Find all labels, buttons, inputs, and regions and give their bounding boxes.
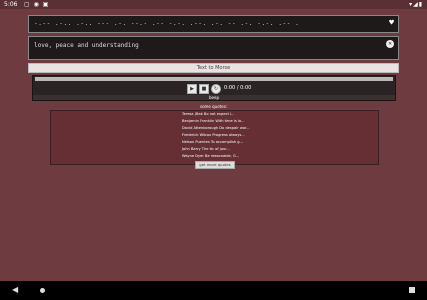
- quote-item[interactable]: Benjamin Franklin With time is lo...: [182, 119, 254, 123]
- quotes-header: some quotes:: [200, 104, 228, 109]
- text-input-value: love, peace and understanding: [34, 42, 139, 49]
- recents-icon[interactable]: [409, 287, 415, 293]
- morse-output-field[interactable]: -.-- .-.. .-.. --- .-. --.- .-- -.-. .--…: [28, 15, 399, 33]
- quote-item[interactable]: David Attenborough Do despair wor...: [182, 126, 254, 130]
- close-icon[interactable]: ✕: [386, 40, 394, 48]
- back-icon[interactable]: ◀: [12, 286, 18, 294]
- system-status-icons: ▾◢▮: [409, 1, 423, 8]
- quote-item[interactable]: Frederick Wilcox Progress always...: [182, 133, 254, 137]
- status-time: 5:06: [4, 1, 18, 8]
- notification-icons: ▢ ◉ ▣: [24, 1, 50, 8]
- text-to-morse-button[interactable]: Text to Morse: [28, 63, 399, 73]
- navigation-bar: ◀: [0, 281, 427, 300]
- morse-player: ▶ ■ ↻ 0:00 / 0:00 beep: [32, 75, 396, 101]
- heart-icon[interactable]: ♥: [389, 19, 394, 27]
- loop-button[interactable]: ↻: [211, 84, 221, 94]
- player-label: beep: [209, 95, 219, 100]
- get-more-quotes-button[interactable]: get more quotes: [195, 161, 235, 169]
- player-seekbar[interactable]: [35, 77, 393, 81]
- status-bar: 5:06 ▢ ◉ ▣ ▾◢▮: [0, 0, 427, 9]
- quote-item[interactable]: John Barry The tic of jour...: [182, 147, 254, 151]
- text-input-field[interactable]: love, peace and understanding ✕: [28, 36, 399, 60]
- home-icon[interactable]: [40, 288, 45, 293]
- play-button[interactable]: ▶: [187, 84, 197, 94]
- quote-item[interactable]: Nelson Puentes To accomplish g...: [182, 140, 254, 144]
- quote-item[interactable]: Wayne Dyer Be reasonable, G...: [182, 154, 254, 158]
- quote-item[interactable]: Teresa (Bak Bo not expect l...: [182, 112, 254, 116]
- progress-readout: 0:00 / 0:00: [224, 85, 252, 91]
- stop-button[interactable]: ■: [199, 84, 209, 94]
- morse-output-text: -.-- .-.. .-.. --- .-. --.- .-- -.-. .--…: [34, 20, 300, 27]
- player-bottom-bar: beep: [33, 95, 395, 100]
